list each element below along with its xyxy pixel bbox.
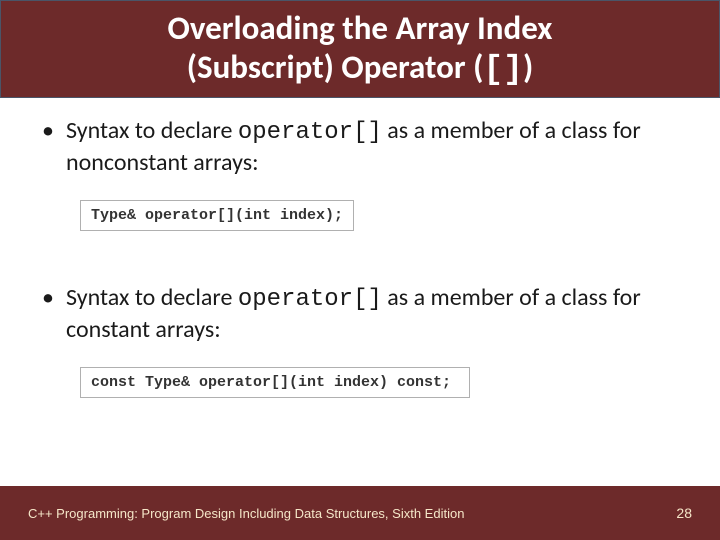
code-nonconst: Type& operator[](int index);	[91, 207, 343, 224]
spacer	[40, 249, 680, 283]
bullet1-prefix: Syntax to declare	[66, 116, 238, 145]
page-number: 28	[676, 505, 692, 521]
title-line2-suffix: )	[523, 47, 533, 87]
bullet-item: • Syntax to declare operator[] as a memb…	[40, 283, 680, 345]
bullet2-prefix: Syntax to declare	[66, 283, 238, 312]
title-line1: Overloading the Array Index	[168, 8, 553, 48]
bullet1-code: operator[]	[238, 119, 382, 146]
slide-header: Overloading the Array Index (Subscript) …	[0, 0, 720, 98]
title-code: []	[483, 51, 523, 88]
bullet-marker: •	[40, 283, 66, 313]
title-line2-prefix: (Subscript) Operator (	[187, 47, 484, 87]
footer-text: C++ Programming: Program Design Includin…	[28, 506, 464, 521]
bullet-marker: •	[40, 116, 66, 146]
bullet-text: Syntax to declare operator[] as a member…	[66, 283, 680, 345]
bullet-text: Syntax to declare operator[] as a member…	[66, 116, 680, 178]
code-box-nonconst: Type& operator[](int index);	[80, 200, 354, 231]
code-box-const: const Type& operator[](int index) const;	[80, 367, 470, 398]
bullet2-code: operator[]	[238, 286, 382, 313]
slide-footer: C++ Programming: Program Design Includin…	[0, 486, 720, 540]
bullet-item: • Syntax to declare operator[] as a memb…	[40, 116, 680, 178]
code-const: const Type& operator[](int index) const;	[91, 374, 451, 391]
slide-title: Overloading the Array Index (Subscript) …	[168, 9, 553, 90]
slide-content: • Syntax to declare operator[] as a memb…	[0, 98, 720, 416]
